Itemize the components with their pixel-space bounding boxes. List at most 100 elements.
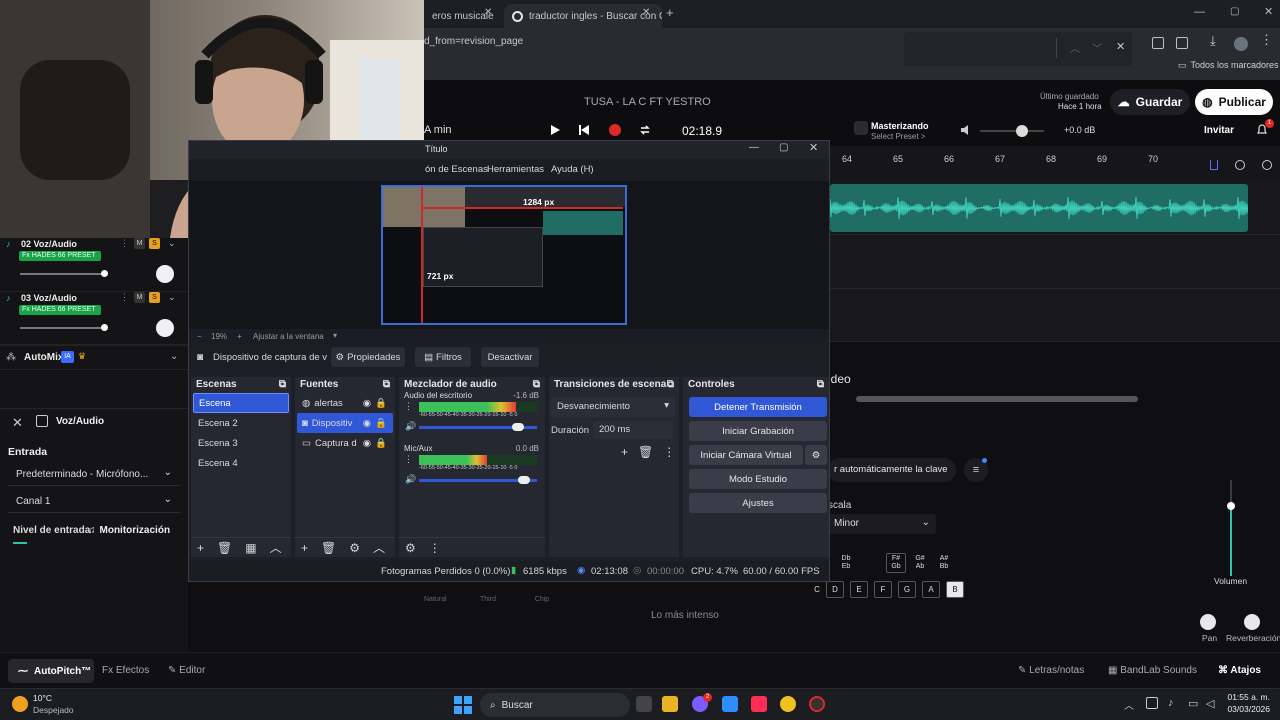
music-icon[interactable] bbox=[751, 696, 767, 712]
windows-start-icon[interactable] bbox=[454, 696, 472, 714]
taskbar-search[interactable]: ⌕ Buscar bbox=[480, 693, 630, 717]
key-button[interactable]: A bbox=[922, 581, 940, 598]
master-volume-knob[interactable] bbox=[1016, 125, 1028, 137]
track-pan-knob[interactable] bbox=[156, 265, 174, 283]
source-item[interactable]: ◍ alertas ◉ 🔒 bbox=[297, 393, 393, 413]
volume-fader-knob[interactable] bbox=[1227, 502, 1235, 510]
menu-icon[interactable]: ⋮ bbox=[1260, 32, 1273, 48]
task-view-icon[interactable] bbox=[636, 696, 652, 712]
properties-button[interactable]: ⚙ Propiedades bbox=[331, 347, 405, 367]
key-button[interactable]: F bbox=[874, 581, 892, 598]
minimize-icon[interactable]: — bbox=[1194, 6, 1205, 18]
more-icon[interactable]: ⋮ bbox=[429, 541, 441, 555]
master-volume-slider[interactable] bbox=[980, 130, 1044, 132]
automix-row[interactable]: ⁂ AutoMix IA ♛ ⌄ bbox=[0, 344, 188, 370]
speaker-icon[interactable]: 🔊 bbox=[405, 474, 416, 485]
eye-icon[interactable]: ◉ bbox=[363, 398, 371, 409]
minimize-icon[interactable]: — bbox=[749, 142, 759, 153]
chevron-down-icon[interactable]: ⌄ bbox=[168, 292, 176, 303]
chrome-icon[interactable] bbox=[780, 696, 796, 712]
transition-select[interactable]: Desvanecimiento ▾ bbox=[551, 397, 675, 417]
start-recording-button[interactable]: Iniciar Grabación bbox=[689, 421, 827, 441]
find-bar[interactable]: ︿ ﹀ ✕ bbox=[904, 32, 1132, 66]
close-tab-icon[interactable]: ✕ bbox=[484, 7, 492, 18]
track-pan-knob[interactable] bbox=[156, 319, 174, 337]
weather-desc[interactable]: Despejado bbox=[33, 705, 74, 715]
menu-scene-collection[interactable]: ón de Escenas bbox=[425, 164, 488, 175]
publish-button[interactable]: ◍ Publicar bbox=[1195, 89, 1273, 115]
invite-button[interactable]: Invitar bbox=[1204, 125, 1234, 136]
trash-icon[interactable]: 🗑 bbox=[321, 541, 336, 555]
download-icon[interactable]: ⤓ bbox=[1210, 33, 1216, 49]
dock-popout-icon[interactable]: ⧉ bbox=[533, 379, 540, 390]
dock-popout-icon[interactable]: ⧉ bbox=[279, 379, 286, 390]
close-find-icon[interactable]: ✕ bbox=[1116, 40, 1125, 53]
close-icon[interactable]: ✕ bbox=[12, 415, 23, 431]
style-option[interactable]: Third bbox=[478, 596, 498, 603]
fit-window[interactable]: Ajustar a la ventana bbox=[253, 332, 324, 341]
play-icon[interactable] bbox=[549, 124, 561, 136]
scene-item[interactable]: Escena 3 bbox=[193, 433, 289, 453]
close-tab-icon[interactable]: ✕ bbox=[642, 7, 650, 18]
clock-time[interactable]: 01:55 a. m. bbox=[1224, 692, 1270, 702]
weather-temp[interactable]: 10°C bbox=[33, 693, 52, 703]
track-volume-knob[interactable] bbox=[101, 270, 108, 277]
mastering-title[interactable]: Masterizando bbox=[871, 121, 929, 131]
obs-icon[interactable] bbox=[809, 696, 825, 712]
source-item[interactable]: ▭ Captura d ◉ 🔒 bbox=[297, 433, 393, 453]
solo-button[interactable]: S bbox=[149, 238, 160, 249]
add-icon[interactable]: + bbox=[621, 445, 628, 459]
scene-item[interactable]: Escena 4 bbox=[193, 453, 289, 473]
add-icon[interactable]: + bbox=[197, 541, 204, 555]
filters-button[interactable]: ▤ Filtros bbox=[415, 347, 471, 367]
add-icon[interactable]: + bbox=[301, 541, 308, 555]
autopitch-tab[interactable]: ⁓ AutoPitch™ bbox=[8, 659, 94, 683]
zoom-minus[interactable]: − bbox=[197, 332, 202, 341]
menu-tools[interactable]: Herramientas bbox=[487, 164, 544, 175]
sharp-key-button[interactable]: Db Eb bbox=[836, 553, 856, 573]
zoom-out-icon[interactable] bbox=[1235, 160, 1245, 170]
tab-translator[interactable]: traductor ingles - Buscar con G bbox=[504, 4, 662, 28]
close-icon[interactable]: ✕ bbox=[809, 141, 818, 154]
loop-icon[interactable] bbox=[638, 123, 652, 137]
chevron-down-icon[interactable]: ﹀ bbox=[1092, 40, 1102, 55]
tray-icon[interactable] bbox=[1146, 697, 1158, 709]
gear-icon[interactable]: ⚙ bbox=[405, 541, 416, 555]
dock-popout-icon[interactable]: ⧉ bbox=[667, 379, 674, 390]
channel-select[interactable]: Canal 1 ⌄ bbox=[8, 491, 180, 513]
more-icon[interactable]: ⋮ bbox=[404, 401, 413, 412]
scene-item[interactable]: Escena bbox=[193, 393, 289, 413]
dock-popout-icon[interactable]: ⧉ bbox=[817, 379, 824, 390]
mic-icon[interactable]: ♪ bbox=[1168, 697, 1174, 709]
more-icon[interactable]: ⋮ bbox=[663, 445, 675, 459]
track-volume-knob[interactable] bbox=[101, 324, 108, 331]
key-button[interactable]: E bbox=[850, 581, 868, 598]
preview-canvas[interactable]: 1284 px 721 px bbox=[381, 185, 627, 325]
gear-icon[interactable]: ⚙ bbox=[349, 541, 360, 555]
more-icon[interactable]: ⋮ bbox=[120, 292, 129, 303]
chevron-down-icon[interactable]: ⌄ bbox=[170, 351, 178, 362]
mute-button[interactable]: M bbox=[134, 238, 145, 249]
scene-item[interactable]: Escena 2 bbox=[193, 413, 289, 433]
virtual-camera-button[interactable]: Iniciar Cámara Virtual bbox=[689, 445, 803, 465]
solo-button[interactable]: S bbox=[149, 292, 160, 303]
studio-mode-button[interactable]: Modo Estudio bbox=[689, 469, 827, 489]
monitor-icon[interactable]: ▭ bbox=[1188, 697, 1198, 710]
style-option[interactable]: Chip bbox=[532, 596, 552, 603]
source-item[interactable]: ◙ Dispositiv ◉ 🔒 bbox=[297, 413, 393, 433]
track-volume-slider[interactable] bbox=[20, 327, 106, 329]
more-icon[interactable]: ⋮ bbox=[404, 454, 413, 465]
sounds-tab[interactable]: ▦ BandLab Sounds bbox=[1108, 665, 1197, 676]
filter-icon[interactable]: ▦ bbox=[245, 541, 256, 555]
pan-knob[interactable] bbox=[1200, 614, 1216, 630]
track-volume-slider[interactable] bbox=[20, 273, 106, 275]
gear-icon[interactable]: ⚙ bbox=[805, 445, 827, 465]
speaker-icon[interactable]: ◁ bbox=[1206, 697, 1214, 710]
fx-badge[interactable]: Fx HADES 66 PRESET bbox=[19, 251, 101, 261]
key-button[interactable]: C bbox=[808, 581, 826, 598]
chevron-up-icon[interactable]: ︿ bbox=[270, 539, 282, 556]
sharp-key-button[interactable]: F# Gb bbox=[886, 553, 906, 573]
chevron-down-icon[interactable]: ▾ bbox=[333, 331, 337, 340]
lyrics-tab[interactable]: ✎ Letras/notas bbox=[1018, 665, 1084, 676]
zoom-in-icon[interactable] bbox=[1262, 160, 1272, 170]
